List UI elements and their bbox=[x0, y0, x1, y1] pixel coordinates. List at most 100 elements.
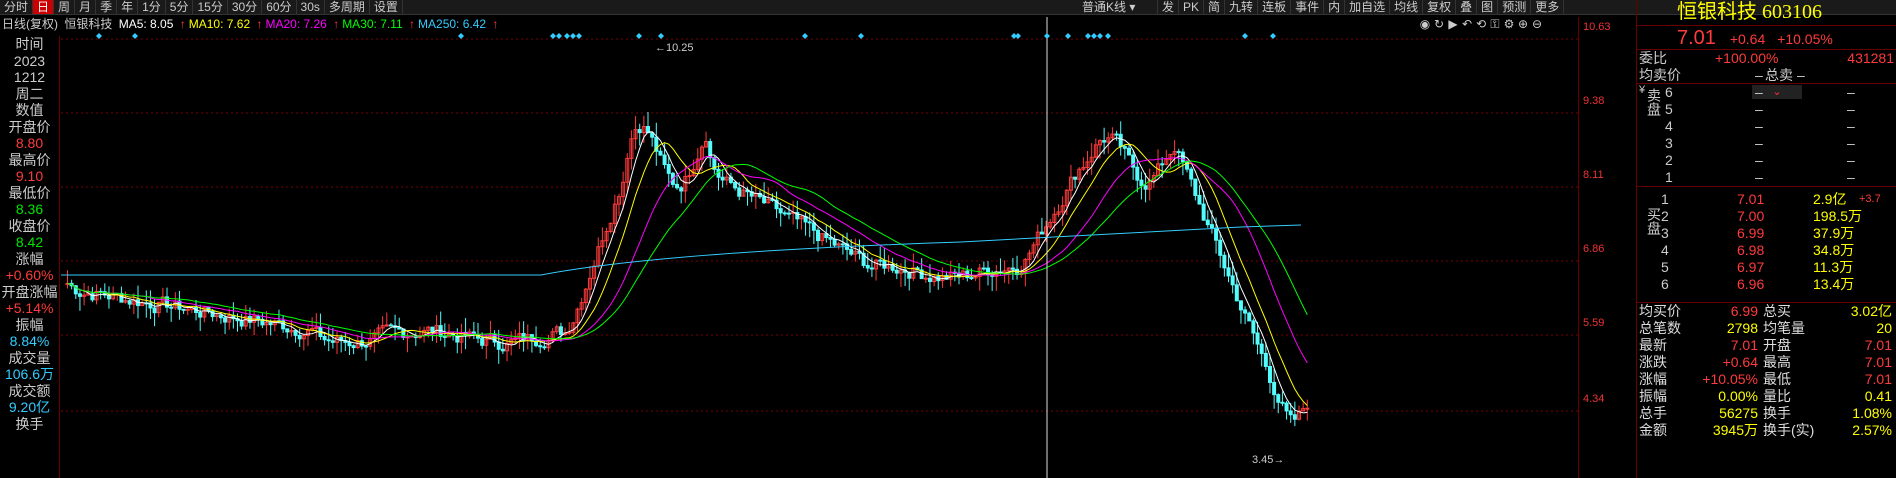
candle-body bbox=[981, 267, 986, 270]
buy-level-row[interactable]: 2 7.00 198.5万 bbox=[1637, 208, 1895, 225]
stat-value: 1.08% bbox=[1852, 405, 1892, 421]
kline-chart[interactable]: ←10.25 3.45→ bbox=[61, 17, 1578, 478]
data-value: 8.42 bbox=[15, 234, 44, 250]
candle-body bbox=[1251, 320, 1256, 334]
stat-label: 最低 bbox=[1763, 371, 1791, 387]
kline-type-select[interactable]: 普通K线 ▾ bbox=[1078, 0, 1158, 15]
buy-level-row[interactable]: 1 7.01 2.9亿 +3.7 bbox=[1637, 191, 1895, 208]
stat-label: 总笔数 bbox=[1639, 320, 1681, 336]
sell-level-row[interactable]: 3 – – bbox=[1637, 135, 1895, 152]
candle-body bbox=[1160, 163, 1165, 166]
buy-level-row[interactable]: 5 6.97 11.3万 bbox=[1637, 259, 1895, 276]
toolbar-button[interactable]: 均线 bbox=[1390, 0, 1424, 15]
candle-body bbox=[778, 208, 783, 214]
period-tab[interactable]: 日 bbox=[33, 0, 55, 14]
event-marker[interactable] bbox=[802, 33, 808, 39]
price-tick: 5.59 bbox=[1583, 317, 1605, 329]
period-tab[interactable]: 分时 bbox=[0, 0, 34, 14]
toolbar-button[interactable]: 连板 bbox=[1258, 0, 1292, 15]
level-num: 2 bbox=[1665, 152, 1673, 168]
toolbar-button[interactable]: 更多 bbox=[1531, 0, 1565, 15]
sell-level-row[interactable]: 5 – – bbox=[1637, 101, 1895, 118]
event-marker[interactable] bbox=[658, 33, 664, 39]
level-vol: – bbox=[1847, 169, 1855, 185]
toolbar-button[interactable]: 复权 bbox=[1423, 0, 1457, 15]
period-tab[interactable]: 设置 bbox=[370, 0, 403, 14]
toolbar-button[interactable]: 图 bbox=[1477, 0, 1499, 15]
period-toolbar: 分时日周月季年 1分 5分 15分 30分 60分 30s 多周期 设置 普通K线 ▾ 发 PK 简九转… bbox=[0, 0, 1896, 15]
event-marker[interactable] bbox=[1015, 33, 1021, 39]
toolbar-button[interactable]: 预测 bbox=[1498, 0, 1532, 15]
candle-body bbox=[1305, 407, 1310, 410]
data-label: 换手 bbox=[15, 415, 44, 432]
event-marker[interactable] bbox=[96, 33, 102, 39]
period-tab[interactable]: 30s bbox=[297, 0, 325, 14]
candle-body bbox=[1259, 343, 1264, 354]
period-tab[interactable]: 60分 bbox=[262, 0, 297, 14]
event-marker[interactable] bbox=[1085, 33, 1091, 39]
candle-body bbox=[77, 293, 82, 297]
event-marker[interactable] bbox=[858, 33, 864, 39]
period-tab[interactable]: 周 bbox=[54, 0, 76, 14]
candle-body bbox=[293, 329, 298, 336]
event-marker[interactable] bbox=[1242, 33, 1248, 39]
toolbar-button[interactable]: 发 bbox=[1158, 0, 1180, 15]
level-num: 6 bbox=[1661, 276, 1669, 292]
toolbar-button[interactable]: 内 bbox=[1324, 0, 1346, 15]
period-tab[interactable]: 多周期 bbox=[325, 0, 370, 14]
buy-level-row[interactable]: 4 6.98 34.8万 bbox=[1637, 242, 1895, 259]
event-marker[interactable] bbox=[550, 33, 556, 39]
event-marker[interactable] bbox=[564, 33, 570, 39]
period-tab[interactable]: 30分 bbox=[228, 0, 263, 14]
event-marker[interactable] bbox=[1091, 33, 1097, 39]
period-tab[interactable]: 季 bbox=[96, 0, 118, 14]
event-marker[interactable] bbox=[1270, 33, 1276, 39]
stat-label: 涨跌 bbox=[1639, 354, 1667, 370]
stat-label: 量比 bbox=[1763, 388, 1791, 404]
level-price: 6.99 bbox=[1737, 225, 1765, 241]
toolbar-button[interactable]: 加自选 bbox=[1345, 0, 1391, 15]
toolbar-button[interactable]: PK bbox=[1179, 0, 1205, 15]
data-value: 8.80 bbox=[15, 135, 44, 151]
period-tab[interactable]: 5分 bbox=[166, 0, 194, 14]
candle-body bbox=[1126, 147, 1131, 156]
toolbar-button[interactable]: 九转 bbox=[1225, 0, 1259, 15]
candle-body bbox=[239, 320, 244, 327]
sell-level-row[interactable]: 6 – – bbox=[1637, 84, 1895, 101]
buy-level-row[interactable]: 3 6.99 37.9万 bbox=[1637, 225, 1895, 242]
last-price: 7.01 bbox=[1677, 27, 1716, 49]
event-marker[interactable] bbox=[1065, 33, 1071, 39]
period-tab[interactable]: 月 bbox=[75, 0, 97, 14]
level-price: 7.01 bbox=[1737, 191, 1765, 207]
sell-level-row[interactable]: 1 – – bbox=[1637, 169, 1895, 186]
total-sell-label: 总卖 bbox=[1765, 67, 1793, 83]
candle-body bbox=[152, 307, 157, 314]
toolbar-button[interactable]: 事件 bbox=[1291, 0, 1325, 15]
candle-body bbox=[1039, 231, 1044, 235]
toolbar-button[interactable]: 叠 bbox=[1456, 0, 1478, 15]
buy-level-row[interactable]: 6 6.96 13.4万 bbox=[1637, 276, 1895, 293]
period-tab[interactable]: 15分 bbox=[193, 0, 228, 14]
event-marker[interactable] bbox=[1097, 33, 1103, 39]
sell-level-row[interactable]: 2 – – bbox=[1637, 152, 1895, 169]
event-marker[interactable] bbox=[132, 33, 138, 39]
toolbar-button[interactable]: 简 bbox=[1204, 0, 1226, 15]
stat-value: 0.00% bbox=[1718, 388, 1758, 404]
level-price: – bbox=[1755, 84, 1763, 100]
period-tab[interactable]: 年 bbox=[117, 0, 139, 14]
event-marker[interactable] bbox=[1044, 33, 1050, 39]
stat-label: 涨幅 bbox=[1639, 371, 1667, 387]
level-price: 6.97 bbox=[1737, 259, 1765, 275]
sell-level-row[interactable]: 4 – – bbox=[1637, 118, 1895, 135]
event-marker[interactable] bbox=[570, 33, 576, 39]
period-tab[interactable]: 1分 bbox=[138, 0, 166, 14]
candle-body bbox=[326, 339, 331, 342]
event-marker[interactable] bbox=[1105, 33, 1111, 39]
event-marker[interactable] bbox=[458, 33, 464, 39]
candle-body bbox=[384, 324, 389, 327]
event-marker[interactable] bbox=[576, 33, 582, 39]
level-vol: 2.9亿 bbox=[1813, 191, 1847, 207]
event-marker[interactable] bbox=[636, 33, 642, 39]
level-num: 5 bbox=[1665, 101, 1673, 117]
event-marker[interactable] bbox=[556, 33, 562, 39]
